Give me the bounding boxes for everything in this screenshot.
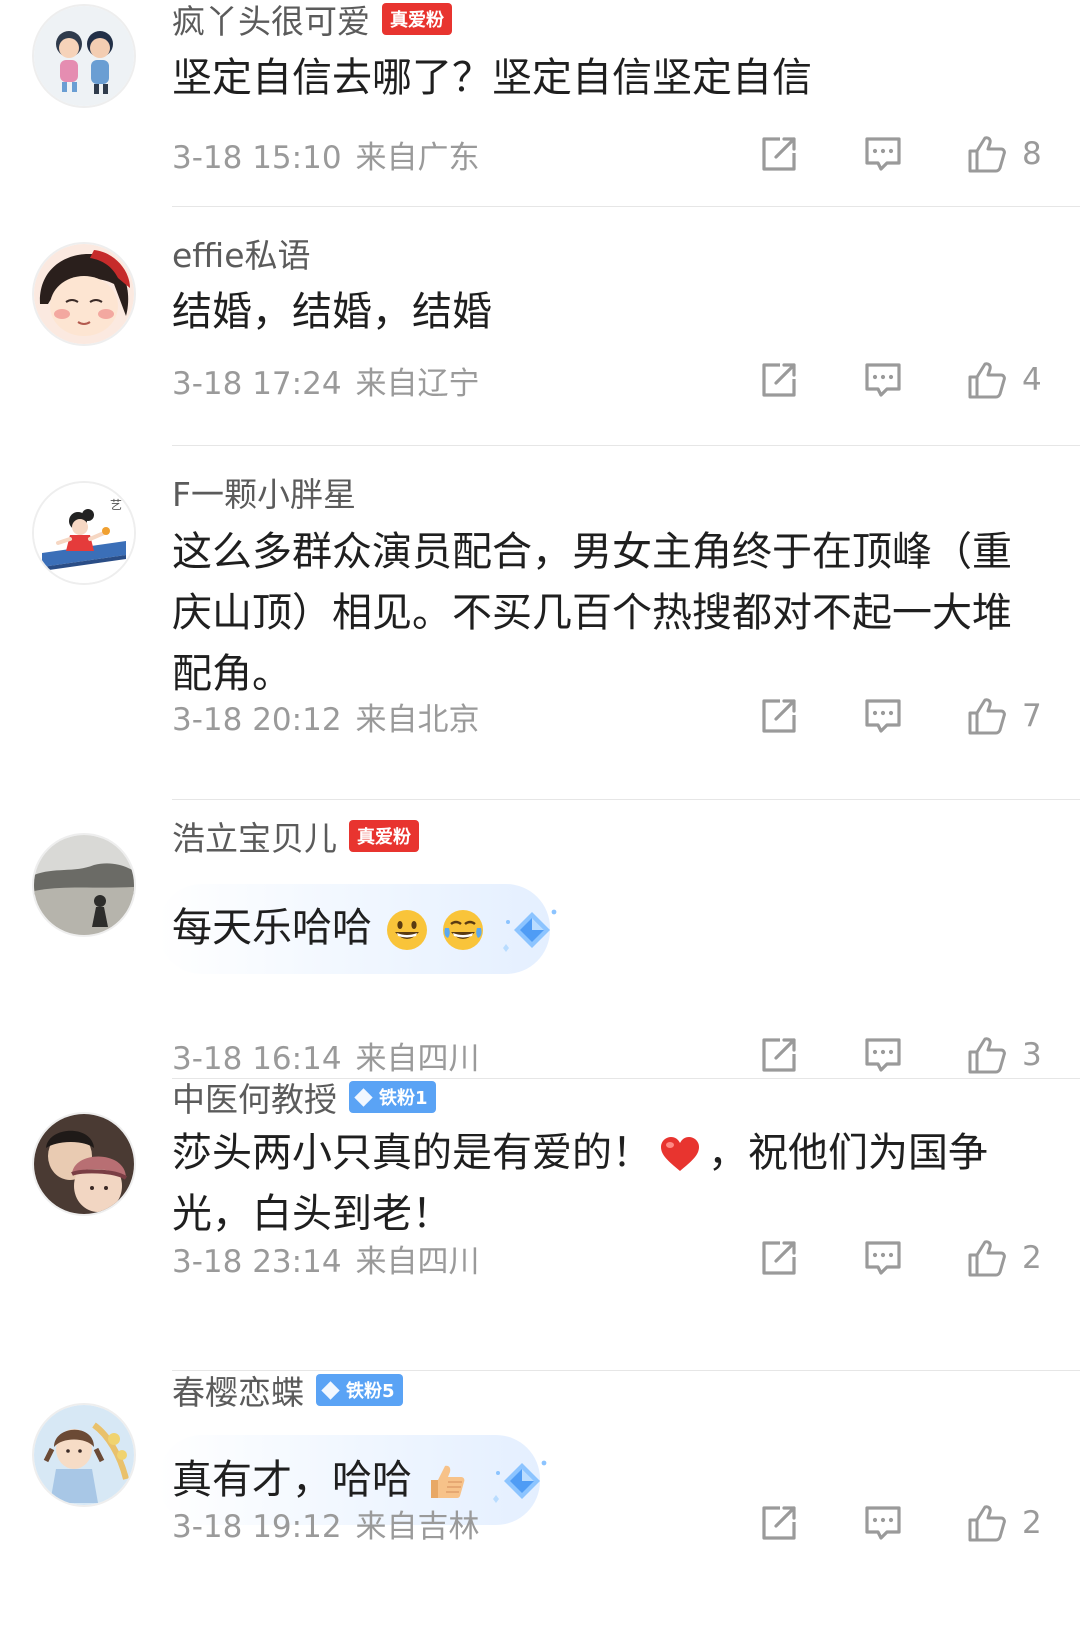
grinning-face-emoji — [385, 908, 429, 952]
reply-icon — [862, 695, 904, 737]
like-button[interactable]: 2 — [966, 1497, 1042, 1549]
reply-button[interactable] — [862, 1029, 904, 1081]
like-button[interactable]: 2 — [966, 1232, 1042, 1284]
reply-icon — [862, 1502, 904, 1544]
like-button[interactable]: 7 — [966, 690, 1042, 742]
like-count: 2 — [1022, 1240, 1042, 1276]
comment-text-segment: ，祝他们为国争 — [708, 1130, 988, 1176]
like-count: 3 — [1022, 1037, 1042, 1073]
comment-text: 坚定自信去哪了？坚定自信坚定自信 — [172, 55, 812, 101]
svg-text:艺: 艺 — [110, 498, 122, 512]
share-button[interactable] — [758, 1497, 800, 1549]
comment-text: 结婚，结婚，结婚 — [172, 289, 492, 335]
comment-meta: 3-18 23:14 来自四川 — [172, 1236, 480, 1281]
comment-text-line: 这么多群众演员配合，男女主角终于在顶峰（重 — [172, 529, 1012, 575]
share-button[interactable] — [758, 1029, 800, 1081]
divider — [172, 206, 1080, 207]
reply-button[interactable] — [862, 354, 904, 406]
thumbs-up-icon — [966, 359, 1008, 401]
username[interactable]: 疯丫头很可爱 — [172, 0, 370, 43]
username[interactable]: 春樱恋蝶 — [172, 1366, 304, 1414]
comment-location: 来自吉林 — [355, 1508, 480, 1545]
thumbs-up-icon — [966, 695, 1008, 737]
fan-badge[interactable]: 铁粉5 — [316, 1374, 403, 1406]
comment-meta: 3-18 16:14 来自四川 — [172, 1033, 480, 1078]
comment-time: 3-18 16:14 — [172, 1040, 342, 1077]
diamond-icon — [354, 1087, 373, 1107]
comment-text: 这么多群众演员配合，男女主角终于在顶峰（重 庆山顶）相见。不买几百个热搜都对不起… — [172, 522, 1040, 705]
comment-time: 3-18 15:10 — [172, 139, 342, 176]
fan-badge[interactable]: 真爱粉 — [349, 820, 419, 852]
comment-meta: 3-18 15:10 来自广东 — [172, 132, 480, 177]
share-button[interactable] — [758, 354, 800, 406]
like-count: 2 — [1022, 1505, 1042, 1541]
share-icon — [758, 1502, 800, 1544]
comment-meta: 3-18 17:24 来自辽宁 — [172, 358, 480, 403]
tears-of-joy-emoji — [441, 908, 485, 952]
username[interactable]: 中医何教授 — [172, 1073, 337, 1121]
avatar[interactable] — [32, 242, 136, 346]
reply-button[interactable] — [862, 1497, 904, 1549]
share-icon — [758, 359, 800, 401]
comment-time: 3-18 23:14 — [172, 1243, 342, 1280]
avatar[interactable] — [32, 833, 136, 937]
comment-text-line: 庆山顶）相见。不买几百个热搜都对不起一大堆 — [172, 590, 1012, 636]
comment-location: 来自广东 — [355, 139, 480, 176]
like-button[interactable]: 4 — [966, 354, 1042, 406]
reply-button[interactable] — [862, 690, 904, 742]
comment-location: 来自北京 — [355, 701, 480, 738]
share-button[interactable] — [758, 690, 800, 742]
reply-icon — [862, 1034, 904, 1076]
comment-time: 3-18 19:12 — [172, 1508, 342, 1545]
reply-button[interactable] — [862, 1232, 904, 1284]
divider — [172, 799, 1080, 800]
comment-list: 疯丫头很可爱 真爱粉 坚定自信去哪了？坚定自信坚定自信 3-18 15:10 来自… — [0, 0, 1080, 1648]
comment-time: 3-18 20:12 — [172, 701, 342, 738]
thumbs-up-icon — [966, 1502, 1008, 1544]
comment-text: 莎头两小只真的是有爱的！ ，祝他们为国争 光，白头到老！ — [172, 1123, 1040, 1245]
username[interactable]: effie私语 — [172, 229, 311, 277]
reply-icon — [862, 133, 904, 175]
thumbs-up-icon — [966, 1034, 1008, 1076]
share-icon — [758, 133, 800, 175]
reply-button[interactable] — [862, 128, 904, 180]
avatar[interactable] — [32, 1112, 136, 1216]
share-icon — [758, 1034, 800, 1076]
comment-time: 3-18 17:24 — [172, 365, 342, 402]
share-icon — [758, 1237, 800, 1279]
avatar[interactable] — [32, 4, 136, 108]
like-button[interactable]: 8 — [966, 128, 1042, 180]
avatar[interactable]: 艺 — [32, 481, 136, 585]
thumbs-up-icon — [966, 133, 1008, 175]
comment-location: 来自四川 — [355, 1243, 480, 1280]
fan-badge-label: 铁粉1 — [379, 1088, 428, 1109]
share-button[interactable] — [758, 128, 800, 180]
comment-text-line: 莎头两小只真的是有爱的！ ，祝他们为国争 — [172, 1123, 1040, 1184]
comment-text-segment: 莎头两小只真的是有爱的！ — [172, 1130, 652, 1176]
reply-icon — [862, 1237, 904, 1279]
red-heart-emoji — [658, 1133, 702, 1177]
comment-meta: 3-18 20:12 来自北京 — [172, 694, 480, 739]
like-count: 7 — [1022, 698, 1042, 734]
share-button[interactable] — [758, 1232, 800, 1284]
reply-icon — [862, 359, 904, 401]
fan-badge-label: 铁粉5 — [346, 1381, 395, 1402]
share-icon — [758, 695, 800, 737]
like-count: 8 — [1022, 136, 1042, 172]
comment-location: 来自四川 — [355, 1040, 480, 1077]
thumbs-up-icon — [966, 1237, 1008, 1279]
comment-text: 每天乐哈哈 — [172, 898, 1040, 959]
comment-meta: 3-18 19:12 来自吉林 — [172, 1501, 480, 1546]
comment-location: 来自辽宁 — [355, 365, 480, 402]
divider — [172, 445, 1080, 446]
like-count: 4 — [1022, 362, 1042, 398]
diamond-icon — [321, 1380, 340, 1400]
fan-badge[interactable]: 铁粉1 — [349, 1081, 436, 1113]
username[interactable]: 浩立宝贝儿 — [172, 812, 337, 860]
username[interactable]: F一颗小胖星 — [172, 468, 356, 516]
like-button[interactable]: 3 — [966, 1029, 1042, 1081]
fan-badge[interactable]: 真爱粉 — [382, 3, 452, 35]
avatar[interactable] — [32, 1403, 136, 1507]
comment-text-content: 每天乐哈哈 — [172, 905, 372, 951]
